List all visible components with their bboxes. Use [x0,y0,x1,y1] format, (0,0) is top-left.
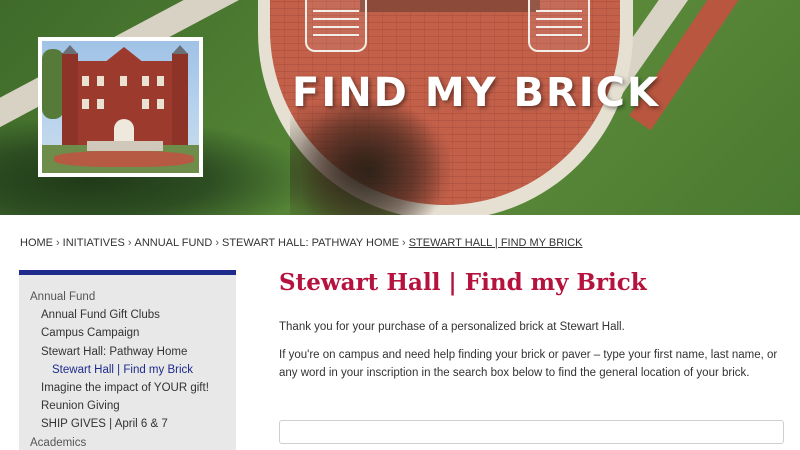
photo-brick-plaza [54,151,194,167]
brick-search-input[interactable] [279,420,784,444]
sidebar-item-find-my-brick[interactable]: Stewart Hall | Find my Brick [19,361,236,379]
hero-title: FIND MY BRICK [292,70,661,116]
photo-window [97,99,104,109]
instructions-text: If you're on campus and need help findin… [279,349,778,379]
breadcrumb: HOME › INITIATIVES › ANNUAL FUND › STEWART HAL… [20,237,583,249]
stewart-hall-photo [38,37,203,177]
breadcrumb-separator: › [402,237,406,249]
sidebar-item-pathway-home[interactable]: Stewart Hall: Pathway Home [19,343,236,361]
hero-tree-shadow-2 [300,100,440,215]
sidebar-item-gift-clubs[interactable]: Annual Fund Gift Clubs [19,306,236,324]
sidebar-item-reunion-giving[interactable]: Reunion Giving [19,397,236,415]
sidebar-item-ship-gives[interactable]: SHIP GIVES | April 6 & 7 [19,415,236,433]
hero-bench-left [305,0,367,52]
photo-window [97,76,104,86]
sidebar-nav: Annual Fund Annual Fund Gift Clubs Campu… [19,270,236,450]
breadcrumb-separator: › [215,237,219,249]
photo-window [82,99,89,109]
photo-tower-left [62,45,78,146]
page-title: Stewart Hall | Find my Brick [279,269,647,296]
photo-window [157,76,164,86]
breadcrumb-separator: › [127,237,132,249]
photo-tree [42,49,64,119]
photo-window [120,76,127,86]
photo-tower-right [172,45,188,146]
building-image [42,41,199,173]
breadcrumb-initiatives[interactable]: INITIATIVES [63,237,125,249]
breadcrumb-annual-fund[interactable]: ANNUAL FUND [134,237,212,249]
breadcrumb-current[interactable]: STEWART HALL | FIND MY BRICK [409,237,583,249]
hero-monument-base [360,0,540,12]
sidebar-item-campus-campaign[interactable]: Campus Campaign [19,324,236,342]
intro-text: Thank you for your purchase of a persona… [279,321,625,333]
photo-window [142,99,149,109]
sidebar-item-academics[interactable]: Academics [19,434,236,450]
breadcrumb-pathway-home[interactable]: STEWART HALL: PATHWAY HOME [222,237,399,249]
photo-window [157,99,164,109]
photo-stairs [87,141,163,151]
hero-bench-right [528,0,590,52]
sidebar-item-annual-fund[interactable]: Annual Fund [19,288,236,306]
breadcrumb-separator: › [56,237,60,249]
hero-banner: FIND MY BRICK [0,0,800,215]
photo-window [142,76,149,86]
breadcrumb-home[interactable]: HOME [20,237,53,249]
photo-window [82,76,89,86]
sidebar-item-imagine-impact[interactable]: Imagine the impact of YOUR gift! [19,379,236,397]
